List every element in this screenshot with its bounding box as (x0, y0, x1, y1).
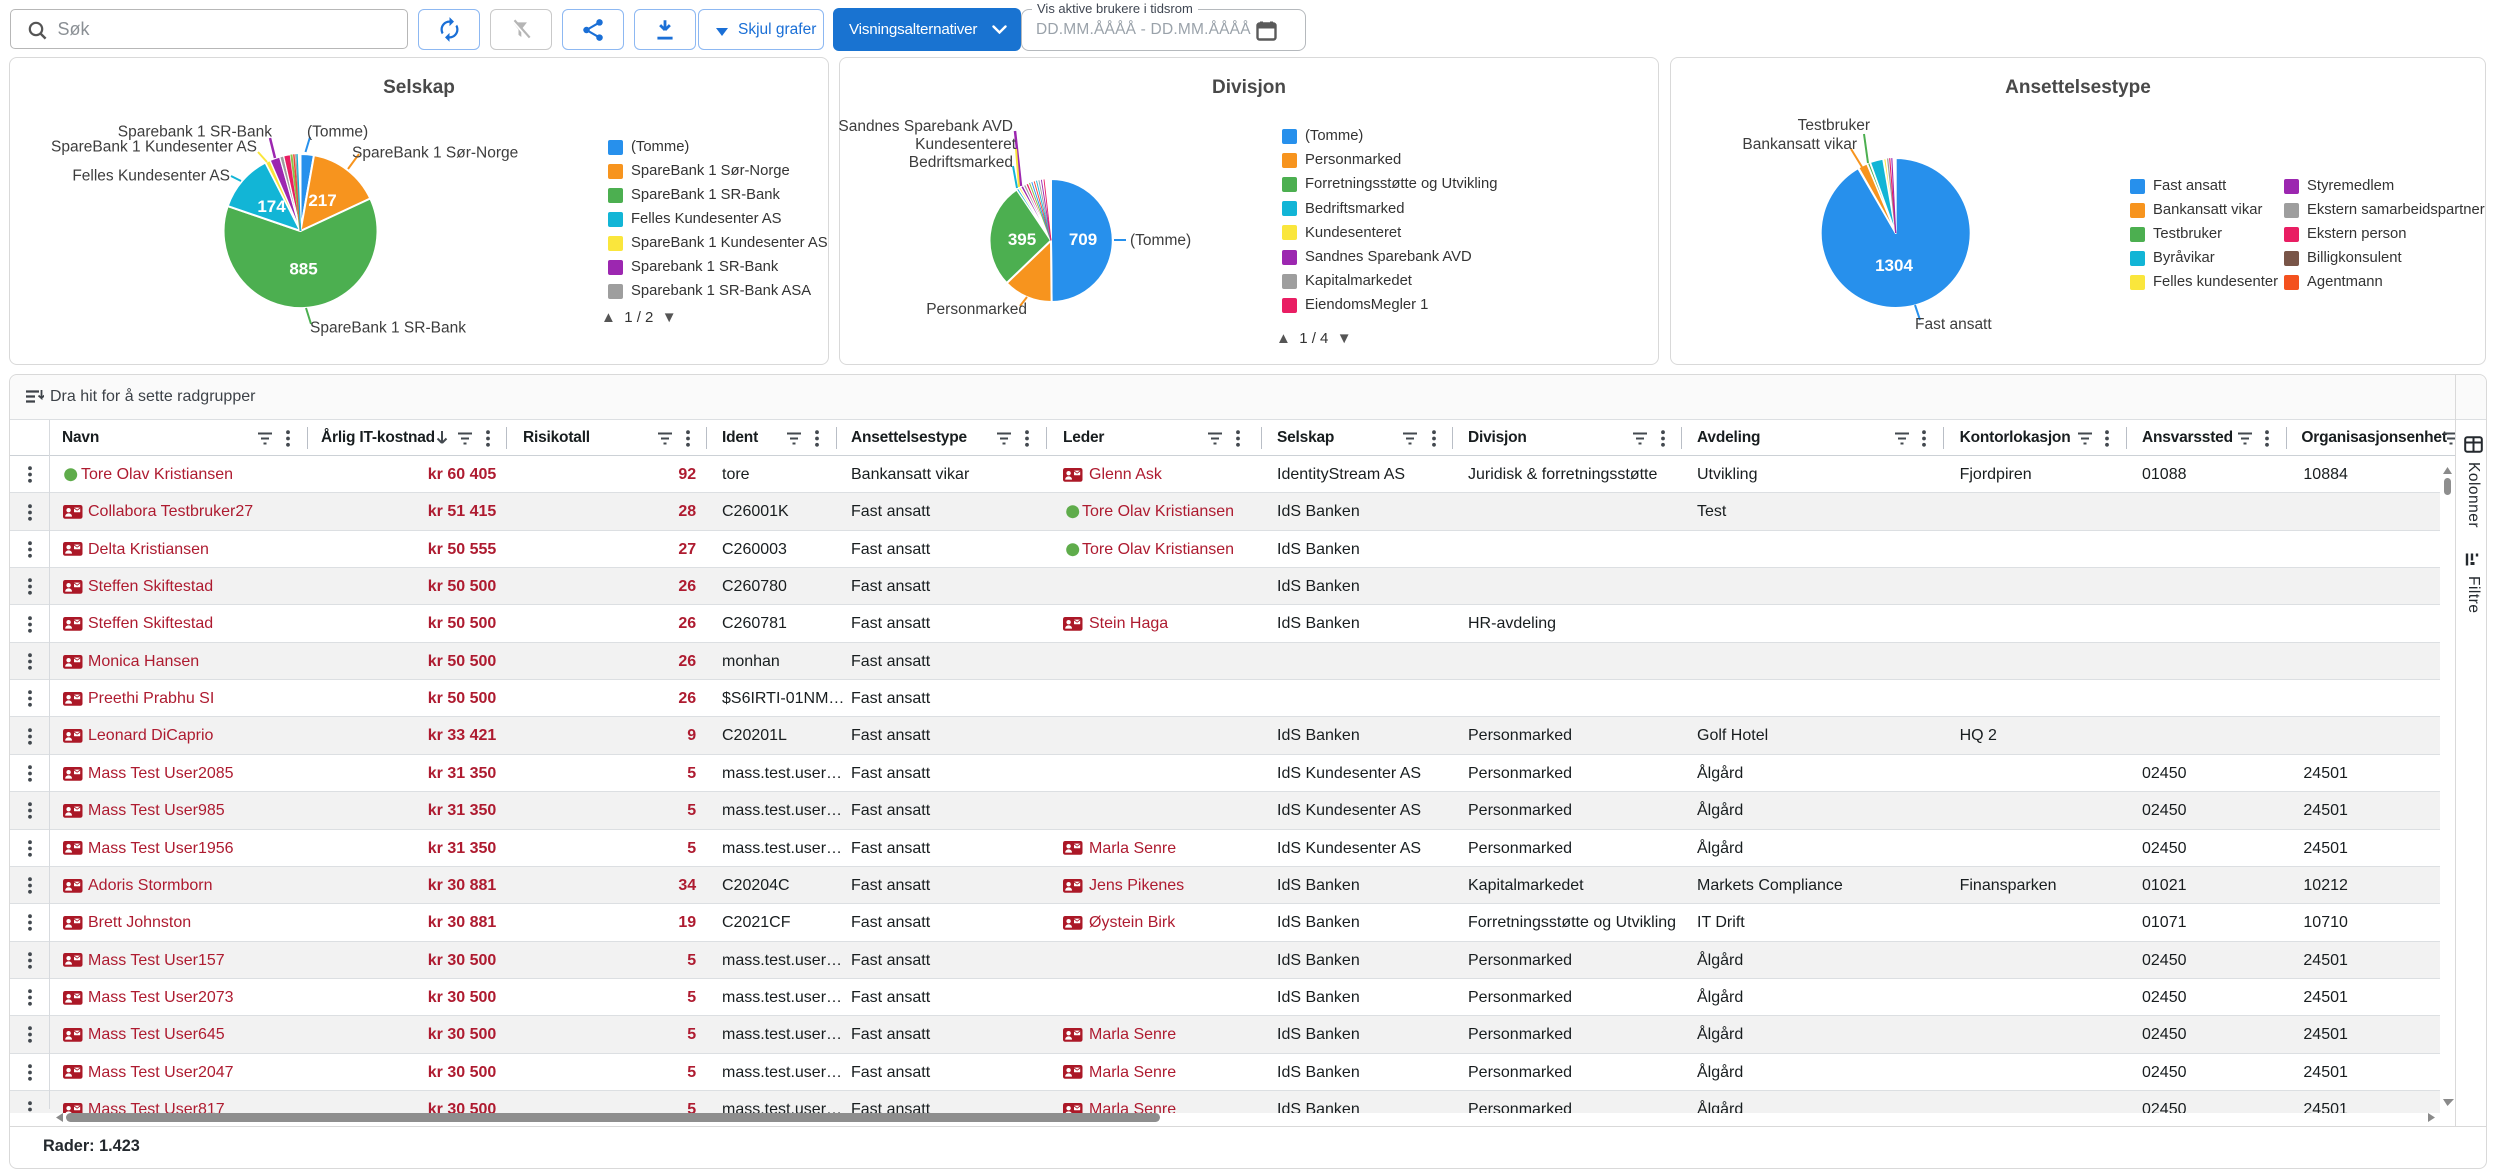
svg-text:Fast ansatt: Fast ansatt (1915, 316, 1992, 333)
svg-text:174: 174 (257, 197, 286, 216)
svg-text:Bankansatt vikar: Bankansatt vikar (1742, 136, 1857, 153)
svg-text:709: 709 (1069, 230, 1097, 249)
svg-text:217: 217 (308, 191, 336, 210)
svg-text:Personmarked: Personmarked (926, 301, 1027, 318)
svg-text:395: 395 (1008, 230, 1036, 249)
svg-text:SpareBank 1 SR-Bank: SpareBank 1 SR-Bank (310, 320, 466, 337)
svg-text:(Tomme): (Tomme) (307, 124, 368, 141)
svg-text:Kundesenteret: Kundesenteret (915, 136, 1017, 153)
svg-text:Testbruker: Testbruker (1798, 117, 1870, 134)
svg-text:Felles Kundesenter AS: Felles Kundesenter AS (72, 168, 230, 185)
svg-text:SpareBank 1 Sør-Norge: SpareBank 1 Sør-Norge (352, 145, 518, 162)
svg-text:885: 885 (289, 260, 317, 279)
svg-text:(Tomme): (Tomme) (1130, 232, 1191, 249)
svg-text:SpareBank 1 Kundesenter AS: SpareBank 1 Kundesenter AS (51, 139, 257, 156)
svg-text:1304: 1304 (1875, 256, 1913, 275)
svg-text:Sandnes Sparebank AVD: Sandnes Sparebank AVD (839, 118, 1013, 135)
svg-text:Bedriftsmarked: Bedriftsmarked (909, 154, 1013, 171)
